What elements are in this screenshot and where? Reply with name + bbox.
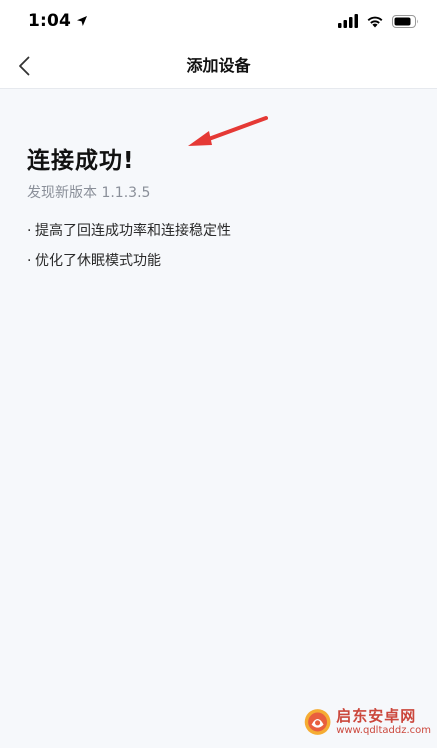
battery-icon <box>392 14 418 28</box>
new-version-text: 发现新版本 1.1.3.5 <box>27 185 151 201</box>
connection-success-title: 连接成功! <box>27 148 135 174</box>
status-icons <box>338 12 419 30</box>
note-bullet: · <box>27 253 32 269</box>
main-content: 连接成功! 发现新版本 1.1.3.5 · 提高了回连成功率和连接稳定性 · 优… <box>0 89 437 748</box>
watermark-name: 启东安卓网 <box>336 707 417 725</box>
status-time-group: 1:04 <box>28 10 88 32</box>
release-notes-list: · 提高了回连成功率和连接稳定性 · 优化了休眠模式功能 <box>27 221 231 281</box>
watermark-url: www.qdltaddz.com <box>336 725 431 736</box>
watermark-logo-icon <box>304 709 331 735</box>
note-bullet: · <box>27 223 32 239</box>
note-text: 提高了回连成功率和连接稳定性 <box>35 223 231 239</box>
annotation-arrow-icon <box>188 116 268 146</box>
watermark: 启东安卓网 www.qdltaddz.com <box>303 702 431 742</box>
wifi-icon <box>367 16 383 28</box>
status-bar: 1:04 <box>0 0 437 44</box>
cellular-signal-icon <box>338 14 358 28</box>
list-item: · 优化了休眠模式功能 <box>27 251 231 281</box>
location-arrow-icon <box>77 16 88 26</box>
navigation-bar: 添加设备 <box>0 44 437 89</box>
status-time: 1:04 <box>28 11 72 31</box>
watermark-text: 启东安卓网 www.qdltaddz.com <box>336 707 431 737</box>
page-title: 添加设备 <box>186 56 251 75</box>
list-item: · 提高了回连成功率和连接稳定性 <box>27 221 231 251</box>
note-text: 优化了休眠模式功能 <box>35 253 161 269</box>
